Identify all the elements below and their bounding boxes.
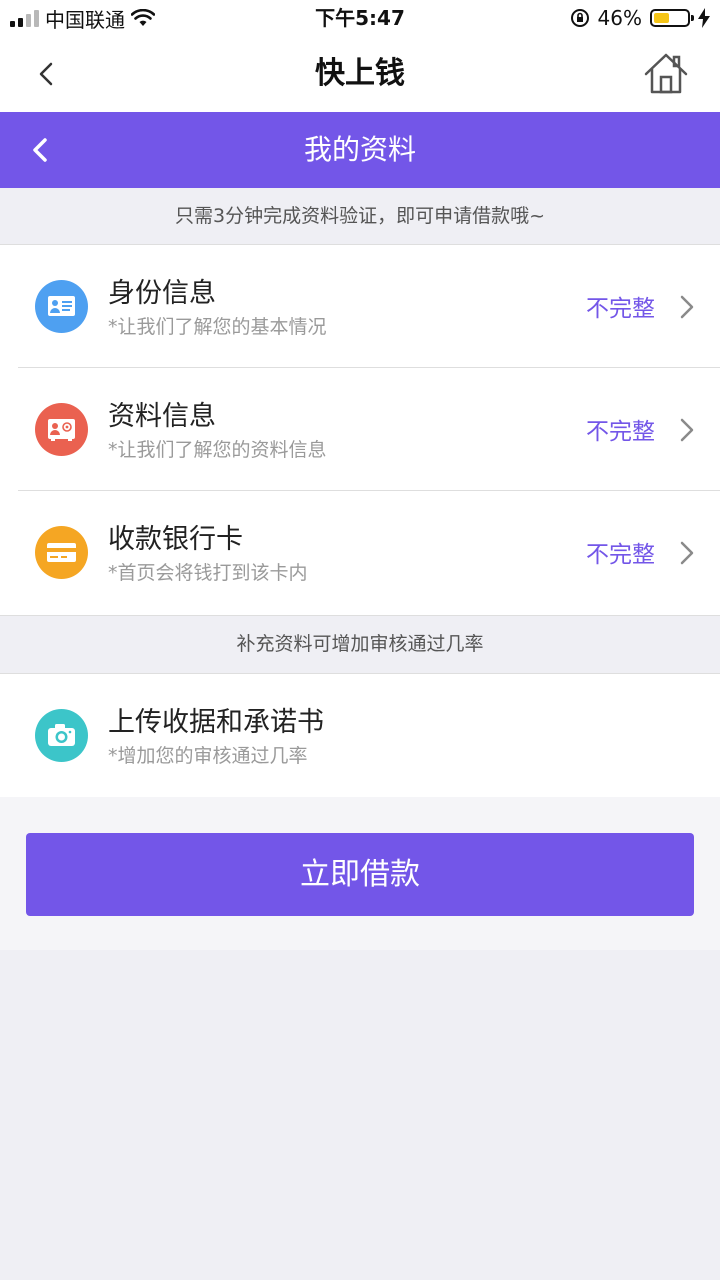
id-card-icon bbox=[35, 280, 88, 333]
list-item-upload-receipt[interactable]: 上传收据和承诺书 *增加您的审核通过几率 bbox=[0, 674, 720, 797]
list-item-bank-card[interactable]: 收款银行卡 *首页会将钱打到该卡内 不完整 bbox=[0, 491, 720, 614]
profile-card-icon bbox=[35, 403, 88, 456]
status-badge: 不完整 bbox=[586, 419, 655, 445]
camera-icon bbox=[35, 709, 88, 762]
battery-icon bbox=[650, 9, 694, 27]
status-badge: 不完整 bbox=[586, 296, 655, 322]
supplement-note: 补充资料可增加审核通过几率 bbox=[236, 633, 484, 655]
list-item-profile[interactable]: 资料信息 *让我们了解您的资料信息 不完整 bbox=[0, 368, 720, 491]
app-title: 快上钱 bbox=[315, 56, 405, 91]
supplement-sections: 上传收据和承诺书 *增加您的审核通过几率 bbox=[0, 673, 720, 798]
item-subtitle: *首页会将钱打到该卡内 bbox=[108, 562, 308, 584]
status-bar: 中国联通 下午5:47 46% bbox=[0, 0, 720, 36]
item-subtitle: *增加您的审核通过几率 bbox=[108, 745, 308, 767]
borrow-now-button[interactable]: 立即借款 bbox=[26, 833, 694, 916]
item-title: 收款银行卡 bbox=[108, 524, 243, 555]
chevron-right-icon bbox=[680, 418, 694, 442]
home-icon[interactable] bbox=[642, 50, 690, 98]
item-subtitle: *让我们了解您的基本情况 bbox=[108, 316, 327, 338]
status-badge: 不完整 bbox=[586, 542, 655, 568]
page-header: 我的资料 bbox=[0, 112, 720, 188]
battery-percent: 46% bbox=[597, 6, 642, 30]
item-title: 身份信息 bbox=[108, 278, 216, 309]
rotation-lock-icon bbox=[570, 9, 589, 27]
battery-level bbox=[654, 13, 669, 23]
cta-area: 立即借款 bbox=[0, 797, 720, 950]
chevron-right-icon bbox=[680, 295, 694, 319]
page-title: 我的资料 bbox=[303, 133, 416, 166]
list-item-identity[interactable]: 身份信息 *让我们了解您的基本情况 不完整 bbox=[0, 245, 720, 368]
status-right: 46% bbox=[570, 4, 710, 32]
item-title: 资料信息 bbox=[108, 401, 216, 432]
bank-card-icon bbox=[35, 526, 88, 579]
item-subtitle: *让我们了解您的资料信息 bbox=[108, 439, 327, 461]
profile-sections: 身份信息 *让我们了解您的基本情况 不完整 资料信息 *让我们了解您的资料信息 … bbox=[0, 244, 720, 616]
charging-icon bbox=[698, 8, 710, 28]
item-title: 上传收据和承诺书 bbox=[108, 707, 324, 738]
chevron-right-icon bbox=[680, 541, 694, 565]
verification-notice: 只需3分钟完成资料验证，即可申请借款哦~ bbox=[174, 205, 545, 227]
top-nav-bar: 快上钱 bbox=[0, 36, 720, 112]
